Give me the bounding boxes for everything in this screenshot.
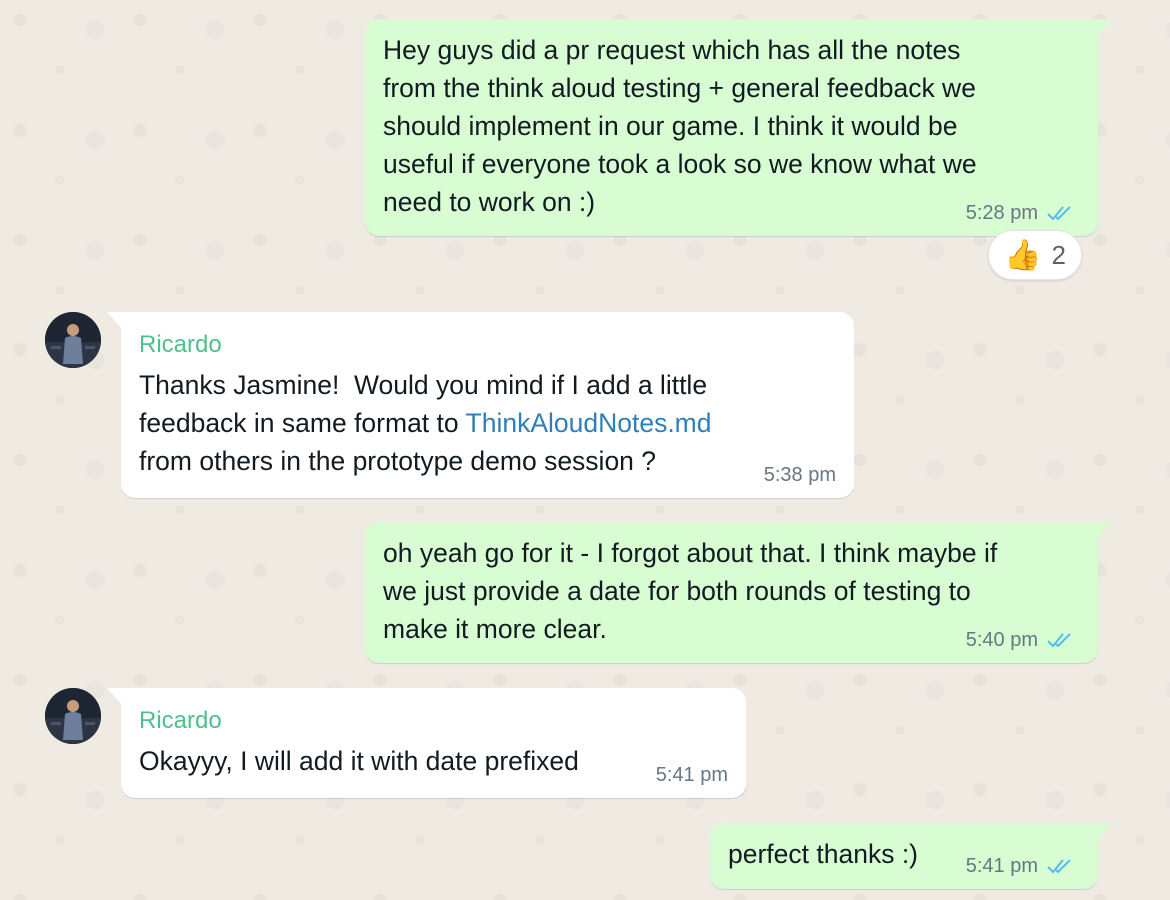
message-time: 5:28 pm xyxy=(965,202,1038,224)
message-bubble-incoming[interactable]: Ricardo Okayyy, I will add it with date … xyxy=(107,688,746,798)
message-meta: 5:38 pm xyxy=(764,464,836,486)
message-meta: 5:28 pm xyxy=(966,202,1076,224)
message-meta: 5:41 pm xyxy=(656,764,728,786)
message-bubble-outgoing[interactable]: Hey guys did a pr request which has all … xyxy=(365,19,1112,236)
message-text: Okayyy, I will add it with date prefixed xyxy=(139,746,579,776)
message-time: 5:38 pm xyxy=(763,464,836,486)
message-time: 5:41 pm xyxy=(655,764,728,786)
sender-name[interactable]: Ricardo xyxy=(139,330,836,360)
avatar[interactable] xyxy=(45,312,101,368)
double-check-read-icon xyxy=(1047,859,1071,874)
message-text-part: from others in the prototype demo sessio… xyxy=(139,446,657,476)
reaction-count: 2 xyxy=(1051,239,1066,270)
file-link[interactable]: ThinkAloudNotes.md xyxy=(466,408,712,438)
avatar[interactable] xyxy=(45,688,101,744)
double-check-read-icon xyxy=(1047,633,1071,648)
message-time: 5:40 pm xyxy=(965,629,1038,651)
thumbs-up-emoji-icon: 👍 xyxy=(1004,238,1042,272)
message-text: Hey guys did a pr request which has all … xyxy=(383,35,977,217)
message-text: Thanks Jasmine! Would you mind if I add … xyxy=(139,366,836,480)
message-bubble-outgoing[interactable]: perfect thanks :) 5:41 pm xyxy=(710,823,1112,889)
reaction-badge[interactable]: 👍 2 xyxy=(988,230,1082,280)
double-check-read-icon xyxy=(1047,206,1071,221)
message-meta: 5:41 pm xyxy=(966,855,1076,877)
message-bubble-incoming[interactable]: Ricardo Thanks Jasmine! Would you mind i… xyxy=(107,312,854,498)
message-meta: 5:40 pm xyxy=(966,629,1076,651)
message-bubble-outgoing[interactable]: oh yeah go for it - I forgot about that.… xyxy=(365,522,1112,663)
sender-name[interactable]: Ricardo xyxy=(139,706,728,736)
message-time: 5:41 pm xyxy=(965,855,1038,877)
